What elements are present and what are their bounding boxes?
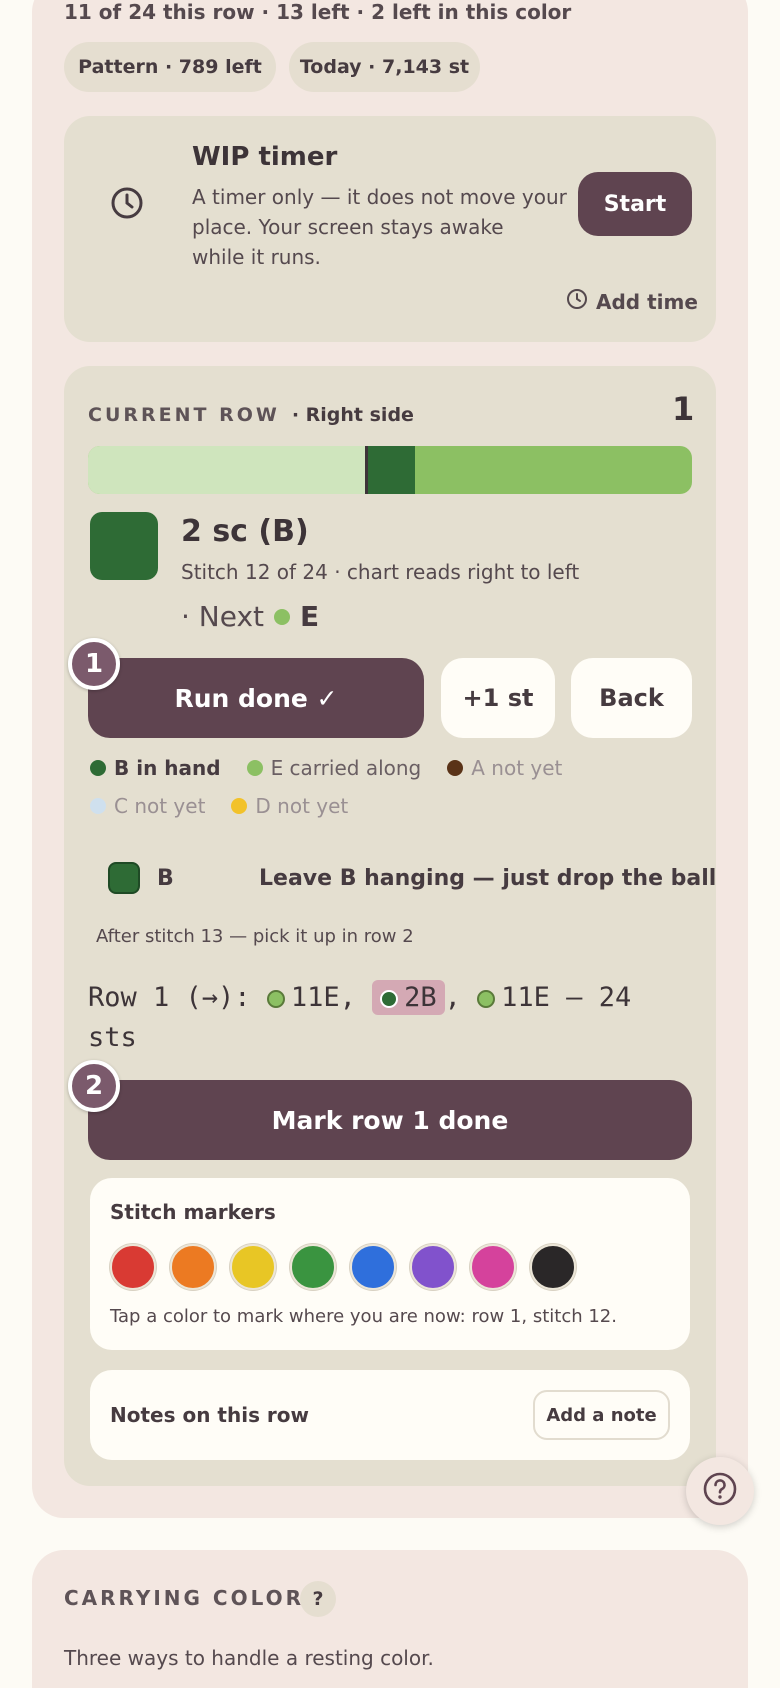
current-color-swatch [90, 512, 158, 580]
help-button[interactable] [686, 1457, 754, 1525]
leave-color-swatch [108, 862, 140, 894]
today-stitches-chip: Today · 7,143 st [289, 42, 480, 92]
pattern-remaining-chip: Pattern · 789 left [64, 42, 276, 92]
plus-one-stitch-button[interactable]: +1 st [441, 658, 555, 738]
carrying-colors-heading: CARRYING COLORS [64, 1586, 322, 1610]
timer-start-button[interactable]: Start [578, 172, 692, 236]
legend-item-c: C not yet [90, 794, 205, 818]
legend-dot [90, 798, 106, 814]
legend-item-e: E carried along [246, 756, 421, 780]
pattern-dot-e [266, 989, 285, 1008]
marker-color-2[interactable] [170, 1244, 216, 1290]
add-time-button[interactable]: Add time [566, 288, 698, 315]
legend-item-d: D not yet [231, 794, 348, 818]
add-note-button[interactable]: Add a note [533, 1390, 670, 1440]
notes-label: Notes on this row [110, 1403, 310, 1427]
run-done-button[interactable]: Run done ✓ [88, 658, 424, 738]
row-pattern: Row 1 (→): 11E, 2B, 11E — 24 [88, 980, 632, 1015]
legend-dot [90, 760, 106, 776]
marker-color-row [110, 1244, 576, 1290]
marker-color-4[interactable] [290, 1244, 336, 1290]
legend-item-a: A not yet [447, 756, 562, 780]
pattern-dot-b [380, 989, 399, 1008]
legend-item-b: B in hand [90, 756, 221, 780]
next-color-indicator: · Next E [181, 600, 320, 633]
mark-row-done-button[interactable]: Mark row 1 done [88, 1080, 692, 1160]
row-status-line: 11 of 24 this row · 13 left · 2 left in … [64, 0, 572, 24]
next-color-dot [274, 608, 291, 625]
back-button[interactable]: Back [571, 658, 692, 738]
pattern-dot-e [477, 989, 496, 1008]
clock-icon [110, 186, 144, 220]
marker-color-1[interactable] [110, 1244, 156, 1290]
carrying-intro: Three ways to handle a resting color. [64, 1646, 434, 1670]
stitch-subtitle: Stitch 12 of 24 · chart reads right to l… [181, 560, 580, 584]
marker-color-6[interactable] [410, 1244, 456, 1290]
legend-dot [246, 760, 263, 776]
help-icon [702, 1471, 738, 1511]
marker-color-7[interactable] [470, 1244, 516, 1290]
legend-dot [447, 760, 464, 776]
row-side-label: · Right side [291, 404, 414, 426]
legend-dot [231, 798, 248, 814]
step-badge-2: 2 [68, 1060, 120, 1112]
row-progress-bar [88, 446, 692, 494]
leave-color-label: B [157, 866, 174, 891]
timer-title: WIP timer [192, 142, 338, 172]
pattern-current-run: 2B [372, 980, 445, 1015]
row-number: 1 [672, 390, 695, 428]
step-badge-1: 1 [68, 638, 120, 690]
current-row-header: CURRENT ROW · Right side [88, 404, 414, 426]
row-pattern-suffix: sts [88, 1022, 137, 1053]
progress-done-segment [88, 446, 365, 494]
current-row-heading: CURRENT ROW [88, 404, 280, 426]
timer-description: A timer only — it does not move your pla… [192, 185, 567, 269]
progress-current-segment [364, 446, 416, 494]
marker-color-3[interactable] [230, 1244, 276, 1290]
clock-small-icon [566, 288, 588, 315]
stitch-instruction: 2 sc (B) [181, 514, 309, 549]
leave-instruction: Leave B hanging — just drop the ball [259, 866, 717, 891]
marker-color-8[interactable] [530, 1244, 576, 1290]
color-legend: B in hand E carried along A not yet C no… [90, 756, 690, 818]
carrying-help-button[interactable]: ? [300, 1581, 336, 1617]
stitch-markers-title: Stitch markers [110, 1200, 276, 1224]
marker-color-5[interactable] [350, 1244, 396, 1290]
markers-hint: Tap a color to mark where you are now: r… [110, 1306, 617, 1327]
pickup-note: After stitch 13 — pick it up in row 2 [96, 926, 414, 947]
